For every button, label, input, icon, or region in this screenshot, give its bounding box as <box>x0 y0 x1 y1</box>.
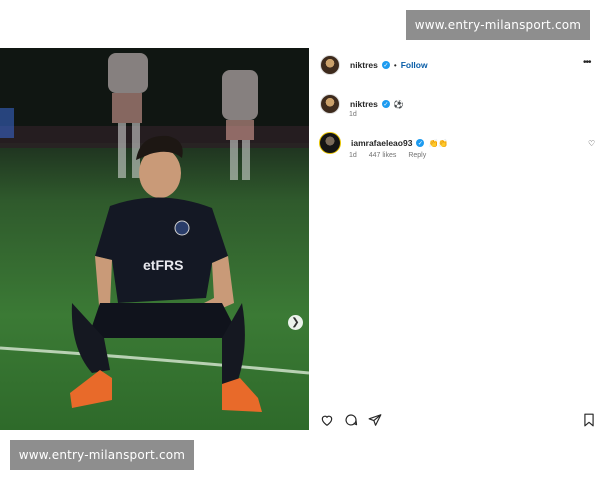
caption-time: 1d <box>349 111 357 118</box>
comment-icon[interactable] <box>344 413 358 427</box>
verified-icon: ✓ <box>381 100 390 108</box>
watermark-bottom: www.entry-milansport.com <box>10 440 194 470</box>
caption-avatar[interactable] <box>320 94 340 114</box>
caption-username[interactable]: niktres <box>350 99 378 109</box>
more-options-icon[interactable]: ••• <box>583 57 591 68</box>
share-icon[interactable] <box>368 413 382 427</box>
post-detail-panel: niktres ✓ • Follow ••• niktres ✓ ⚽ 1d ia… <box>309 48 600 430</box>
comment-likes[interactable]: 447 likes <box>369 152 397 159</box>
author-username[interactable]: niktres <box>350 60 378 70</box>
jersey-sponsor-text: etFRS <box>143 257 183 273</box>
caption-emoji: ⚽ <box>393 99 404 109</box>
post-photo[interactable]: etFRS ❯ <box>0 48 309 430</box>
verified-icon: ✓ <box>416 139 425 147</box>
caption-meta: 1d <box>349 111 367 118</box>
comment-row: iamrafaeleao93 ✓ 👏👏 <box>319 132 448 154</box>
follow-button[interactable]: Follow <box>401 60 428 70</box>
comment-username[interactable]: iamrafaeleao93 <box>351 138 412 148</box>
verified-icon: ✓ <box>381 61 390 69</box>
heart-icon[interactable] <box>320 413 334 427</box>
next-photo-button[interactable]: ❯ <box>288 315 303 330</box>
comment-time: 1d <box>349 152 357 159</box>
separator-dot: • <box>393 60 397 70</box>
chevron-right-icon: ❯ <box>291 317 300 328</box>
comment-like-icon[interactable]: ♡ <box>588 139 595 148</box>
post-actions <box>320 413 382 427</box>
watermark-top: www.entry-milansport.com <box>406 10 590 40</box>
post-header: niktres ✓ • Follow <box>320 55 428 75</box>
bookmark-icon[interactable] <box>582 413 596 427</box>
comment-emoji: 👏👏 <box>428 138 449 148</box>
reply-button[interactable]: Reply <box>408 152 426 159</box>
author-avatar[interactable] <box>320 55 340 75</box>
commenter-avatar[interactable] <box>319 132 341 154</box>
comment-meta: 1d 447 likes Reply <box>349 152 436 159</box>
